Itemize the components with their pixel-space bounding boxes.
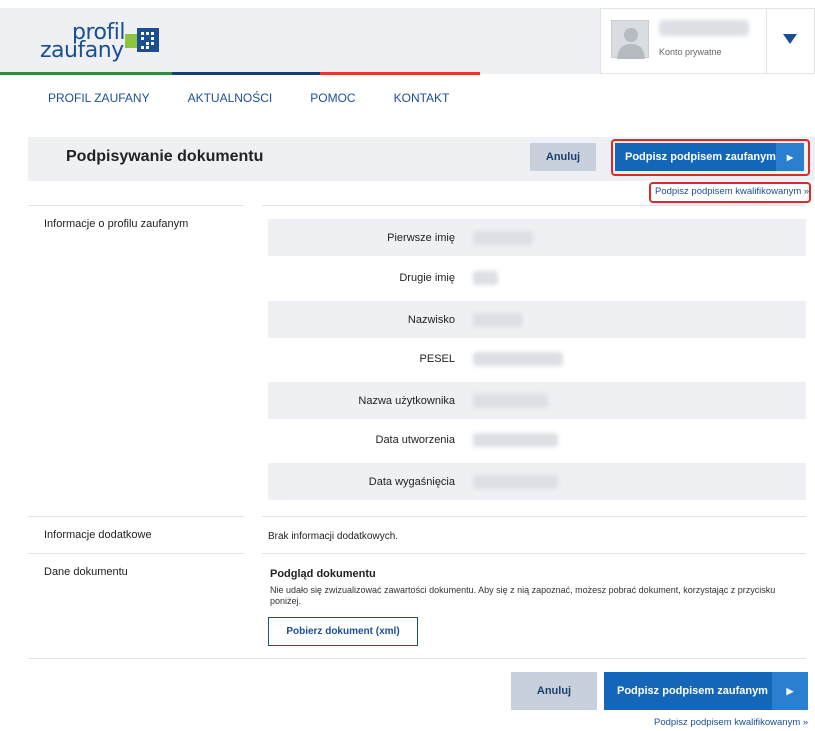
row-value-redacted [473, 230, 533, 245]
user-menu-divider [766, 8, 767, 74]
row-value-redacted [473, 474, 558, 489]
profile-row-pesel: PESEL [268, 340, 806, 377]
additional-info-text: Brak informacji dodatkowych. [268, 531, 399, 542]
sign-trusted-label: Podpisz podpisem zaufanym [625, 151, 776, 163]
nav-item-kontakt[interactable]: KONTAKT [394, 91, 450, 105]
row-label: Data utworzenia [375, 433, 456, 446]
row-value-redacted [473, 270, 498, 285]
page-title: Podpisywanie dokumentu [66, 148, 264, 165]
divider [262, 553, 806, 554]
section-label-additional-info: Informacje dodatkowe [44, 529, 152, 541]
row-value-redacted [473, 312, 523, 327]
row-label: Nazwisko [407, 313, 455, 326]
section-label-profile-info: Informacje o profilu zaufanym [44, 218, 189, 230]
sign-trusted-button[interactable]: Podpisz podpisem zaufanym ▶ [615, 143, 804, 171]
row-value-redacted [473, 393, 548, 408]
cancel-button-bottom[interactable]: Anuluj [511, 672, 597, 710]
account-type: Konto prywatne [659, 47, 722, 57]
section-label-document-data: Dane dokumentu [44, 566, 128, 578]
user-silhouette-icon [617, 28, 645, 59]
document-preview-text: Nie udało się zwizualizować zawartości d… [270, 585, 776, 606]
header-stripe-green [0, 72, 172, 75]
profile-row-created: Data utworzenia [268, 421, 806, 458]
logo-mark-icon [125, 28, 159, 52]
arrow-right-icon: ▶ [776, 143, 804, 171]
row-value-redacted [473, 351, 563, 366]
sign-qualified-link-bottom[interactable]: Podpisz podpisem kwalifikowanym » [654, 717, 808, 728]
profile-row-username: Nazwa użytkownika [268, 382, 806, 419]
divider [28, 553, 244, 554]
row-label: Pierwsze imię [387, 231, 455, 244]
avatar [611, 20, 649, 59]
header-stripe-navy [172, 72, 320, 75]
divider [262, 516, 806, 517]
site-header: profil zaufany Konto prywatne [0, 0, 815, 75]
row-label: PESEL [419, 352, 455, 365]
cancel-button[interactable]: Anuluj [530, 143, 596, 171]
row-label: Data wygaśnięcia [368, 475, 455, 488]
row-value-redacted [473, 432, 558, 447]
chevron-down-icon[interactable] [783, 34, 797, 44]
profile-row-expiry: Data wygaśnięcia [268, 463, 806, 500]
sign-trusted-button-bottom[interactable]: Podpisz podpisem zaufanym ▶ [604, 672, 808, 710]
profil-zaufany-logo[interactable]: profil zaufany [40, 18, 180, 68]
divider [28, 205, 244, 206]
main-nav: PROFIL ZAUFANY AKTUALNOŚCI POMOC KONTAKT [48, 91, 487, 105]
row-label: Drugie imię [399, 271, 455, 284]
sign-trusted-label-bottom: Podpisz podpisem zaufanym [617, 685, 768, 697]
download-document-button[interactable]: Pobierz dokument (xml) [268, 617, 418, 646]
sign-qualified-link[interactable]: Podpisz podpisem kwalifikowanym » [655, 186, 809, 197]
user-name-redacted [659, 20, 749, 36]
document-preview-title: Podgląd dokumentu [270, 568, 376, 580]
row-label: Nazwa użytkownika [358, 394, 455, 407]
nav-item-profil-zaufany[interactable]: PROFIL ZAUFANY [48, 91, 150, 105]
profile-row-second-name: Drugie imię [268, 259, 806, 296]
profile-row-surname: Nazwisko [268, 301, 806, 338]
divider [262, 205, 806, 206]
nav-item-aktualnosci[interactable]: AKTUALNOŚCI [188, 91, 273, 105]
divider [28, 658, 806, 659]
nav-item-pomoc[interactable]: POMOC [310, 91, 355, 105]
profile-row-first-name: Pierwsze imię [268, 219, 806, 256]
logo-text-bottom: zaufany [40, 38, 124, 63]
divider [28, 516, 244, 517]
arrow-right-icon: ▶ [772, 672, 808, 710]
header-stripe-red [320, 72, 480, 75]
